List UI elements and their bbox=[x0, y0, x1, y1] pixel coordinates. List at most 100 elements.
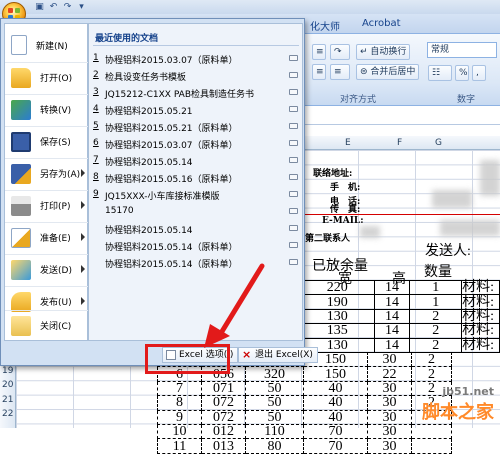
table-cell[interactable]: 2 bbox=[409, 337, 463, 353]
undo-icon[interactable]: ↶ bbox=[48, 2, 59, 13]
table-cell[interactable]: 22 bbox=[367, 366, 412, 382]
menu-item-send[interactable]: 发送(D) bbox=[5, 254, 89, 284]
recent-document-item[interactable]: 1 协程铝料2015.03.07（原料单） bbox=[89, 50, 302, 67]
recent-document-item[interactable]: 协程铝料2015.05.14（原料单） bbox=[89, 254, 302, 271]
table-cell[interactable]: 80 bbox=[245, 438, 304, 454]
table-cell[interactable]: 1 bbox=[409, 279, 463, 296]
table-cell[interactable] bbox=[411, 423, 452, 440]
align-button[interactable]: ≡ bbox=[330, 64, 350, 80]
pin-icon[interactable] bbox=[289, 140, 298, 146]
table-cell[interactable]: 1 bbox=[409, 294, 463, 310]
table-cell[interactable]: 190 bbox=[300, 294, 375, 310]
table-cell[interactable]: 30 bbox=[367, 409, 412, 425]
table-cell[interactable]: 40 bbox=[303, 380, 368, 397]
pin-icon[interactable] bbox=[289, 55, 298, 61]
table-cell[interactable]: 013 bbox=[201, 438, 246, 454]
table-cell[interactable]: 材料: bbox=[461, 279, 500, 296]
table-cell[interactable]: 7 bbox=[157, 380, 202, 397]
pin-icon[interactable] bbox=[289, 191, 298, 197]
row-header[interactable]: 22 bbox=[2, 409, 13, 419]
table-cell[interactable]: 30 bbox=[367, 380, 412, 397]
table-cell[interactable]: 150 bbox=[303, 366, 368, 382]
table-cell[interactable]: 材料: bbox=[461, 294, 500, 310]
menu-item-convert[interactable]: 转换(V) bbox=[5, 94, 89, 124]
table-cell[interactable]: 2 bbox=[409, 308, 463, 325]
indent-decrease-button[interactable]: ≡ bbox=[312, 44, 326, 60]
pin-icon[interactable] bbox=[289, 89, 298, 95]
menu-item-prepare[interactable]: 准备(E) bbox=[5, 222, 89, 252]
table-cell[interactable]: 14 bbox=[373, 308, 411, 325]
table-cell[interactable]: 320 bbox=[245, 366, 304, 382]
table-cell[interactable]: 072 bbox=[201, 395, 246, 411]
tab-huadashi[interactable]: 化大师 bbox=[310, 18, 340, 33]
pin-icon[interactable] bbox=[289, 242, 298, 248]
table-cell[interactable]: 40 bbox=[303, 395, 368, 411]
table-cell[interactable]: 071 bbox=[201, 380, 246, 397]
table-cell[interactable]: 50 bbox=[245, 395, 304, 411]
currency-button[interactable]: ☷ bbox=[428, 65, 452, 81]
table-cell[interactable]: 11 bbox=[157, 438, 202, 454]
menu-item-close[interactable]: 关闭(C) bbox=[5, 310, 89, 340]
recent-document-item[interactable]: 5 协程铝料2015.05.21（原料单） bbox=[89, 118, 302, 135]
recent-document-item[interactable]: 15170 bbox=[89, 203, 302, 220]
menu-item-open[interactable]: 打开(O) bbox=[5, 62, 89, 92]
row-header[interactable]: 20 bbox=[2, 380, 13, 390]
table-cell[interactable]: 072 bbox=[201, 409, 246, 425]
pin-icon[interactable] bbox=[289, 106, 298, 112]
menu-item-save-as[interactable]: 另存为(A) bbox=[5, 158, 89, 188]
table-cell[interactable]: 14 bbox=[373, 294, 411, 310]
row-header[interactable]: 21 bbox=[2, 395, 13, 405]
recent-document-item[interactable]: 9 JQ15XXX-小车库接标准模版 bbox=[89, 186, 302, 203]
table-cell[interactable]: 8 bbox=[157, 395, 202, 411]
pin-icon[interactable] bbox=[289, 174, 298, 180]
table-cell[interactable]: 220 bbox=[300, 279, 375, 296]
table-cell[interactable]: 材料: bbox=[461, 337, 500, 353]
number-format-select[interactable]: 常规 bbox=[427, 42, 497, 58]
column-header-g[interactable]: G bbox=[435, 138, 442, 148]
table-cell[interactable]: 2 bbox=[411, 351, 452, 368]
tab-acrobat[interactable]: Acrobat bbox=[362, 18, 401, 29]
pin-icon[interactable] bbox=[289, 72, 298, 78]
table-cell[interactable]: 130 bbox=[300, 308, 375, 325]
table-cell[interactable]: 2 bbox=[411, 366, 452, 382]
recent-document-item[interactable]: 协程铝料2015.05.14（原料单） bbox=[89, 237, 302, 254]
table-cell[interactable]: 10 bbox=[157, 423, 202, 440]
table-cell[interactable]: 30 bbox=[367, 395, 412, 411]
table-cell[interactable] bbox=[411, 438, 452, 454]
table-cell[interactable]: 材料: bbox=[461, 323, 500, 339]
table-cell[interactable]: 110 bbox=[245, 423, 304, 440]
table-cell[interactable]: 14 bbox=[373, 279, 411, 296]
menu-item-new[interactable]: 新建(N) bbox=[5, 30, 89, 60]
recent-document-item[interactable]: 8 协程铝料2015.05.16（原料单） bbox=[89, 169, 302, 186]
recent-document-item[interactable]: 6 协程铝料2015.03.07（原料单） bbox=[89, 135, 302, 152]
table-cell[interactable]: 30 bbox=[367, 438, 412, 454]
customize-icon[interactable]: ▾ bbox=[76, 2, 87, 13]
row-header[interactable]: 19 bbox=[2, 366, 13, 376]
merge-center-button[interactable]: ⊜ 合并后居中 bbox=[356, 64, 420, 80]
pin-icon[interactable] bbox=[289, 157, 298, 163]
table-cell[interactable]: 40 bbox=[303, 409, 368, 425]
table-cell[interactable]: 14 bbox=[373, 323, 411, 339]
recent-document-item[interactable]: 3 JQ15212-C1XX PAB检具制造任务书 bbox=[89, 84, 302, 101]
pin-icon[interactable] bbox=[289, 123, 298, 129]
redo-icon[interactable]: ↷ bbox=[62, 2, 73, 13]
table-cell[interactable]: 9 bbox=[157, 409, 202, 425]
recent-document-item[interactable]: 4 协程铝料2015.05.21 bbox=[89, 101, 302, 118]
table-cell[interactable]: 50 bbox=[245, 380, 304, 397]
table-cell[interactable]: 30 bbox=[367, 423, 412, 440]
indent-increase-button[interactable]: ≡ bbox=[312, 64, 326, 80]
pin-icon[interactable] bbox=[289, 208, 298, 214]
recent-document-item[interactable]: 7 协程铝料2015.05.14 bbox=[89, 152, 302, 169]
menu-item-print[interactable]: 打印(P) bbox=[5, 190, 89, 220]
table-cell[interactable]: 70 bbox=[303, 438, 368, 454]
save-icon[interactable]: ▣ bbox=[34, 2, 45, 13]
pin-icon[interactable] bbox=[289, 259, 298, 265]
column-header-f[interactable]: F bbox=[397, 138, 402, 148]
orientation-button[interactable]: ↷ bbox=[330, 44, 350, 60]
wrap-text-button[interactable]: ↵ 自动换行 bbox=[356, 44, 411, 60]
table-cell[interactable]: 30 bbox=[367, 351, 412, 368]
table-cell[interactable]: 材料: bbox=[461, 308, 500, 325]
table-cell[interactable]: 2 bbox=[409, 323, 463, 339]
column-header-e[interactable]: E bbox=[345, 138, 351, 148]
pin-icon[interactable] bbox=[289, 225, 298, 231]
